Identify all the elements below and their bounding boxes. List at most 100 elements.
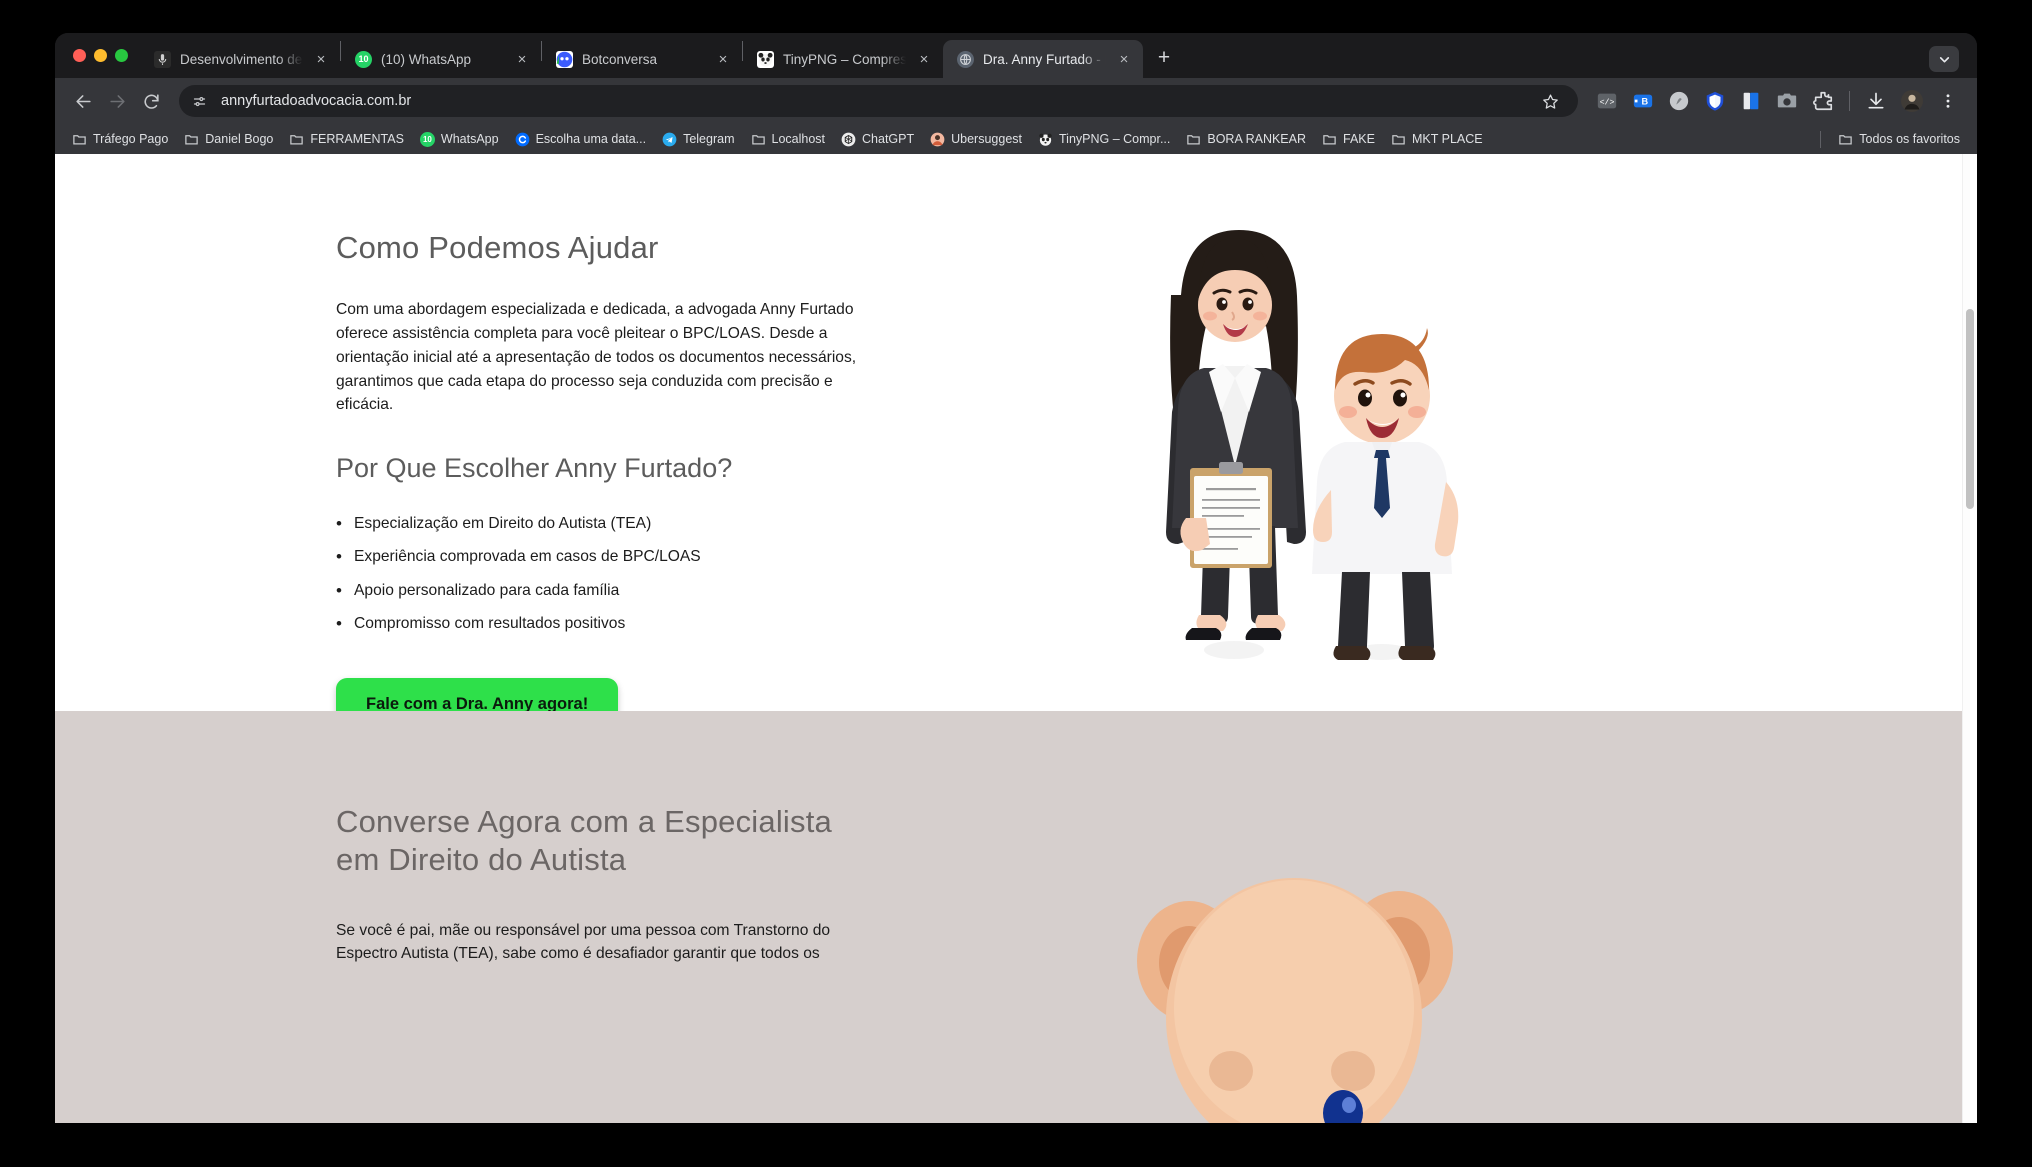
site-globe-icon [957, 50, 974, 68]
svg-text:</>: </> [1600, 98, 1615, 108]
bookmark-label: Telegram [683, 132, 735, 146]
star-outline-icon[interactable] [1536, 87, 1564, 115]
camera-icon[interactable] [1773, 87, 1801, 115]
tab-close-button[interactable]: × [714, 50, 732, 68]
bookmark-fake[interactable]: FAKE [1315, 129, 1382, 150]
avatar-icon[interactable] [1898, 87, 1926, 115]
calendly-icon [515, 132, 530, 147]
window-controls [67, 33, 140, 78]
whatsapp-icon: 10 [355, 50, 372, 68]
bookmark-label: Localhost [771, 132, 826, 146]
svg-text:B: B [1642, 97, 1649, 107]
all-bookmarks-label: Todos os favoritos [1859, 132, 1960, 146]
browser-tab-3[interactable]: TinyPNG – Compress WebP, × [743, 40, 943, 78]
bookmark-label: WhatsApp [440, 132, 499, 146]
zoom-window-button[interactable] [115, 49, 128, 62]
telegram-icon [662, 132, 677, 147]
section-title: Converse Agora com a Especialista em Dir… [336, 804, 832, 877]
gray-circle-extension-icon[interactable] [1665, 87, 1693, 115]
tab-badge-count: 10 [358, 54, 369, 64]
bookmark-label: FAKE [1343, 132, 1375, 146]
bookmark-label: Ubersuggest [951, 132, 1022, 146]
list-item: Compromisso com resultados positivos [336, 613, 896, 635]
minimize-window-button[interactable] [94, 49, 107, 62]
browser-tab-0[interactable]: Desenvolvimento de Site e La × [140, 40, 340, 78]
bookmark-whatsapp[interactable]: 10 WhatsApp [413, 129, 506, 150]
blue-b-extension-icon[interactable]: B [1629, 87, 1657, 115]
blue-book-icon[interactable] [1737, 87, 1765, 115]
bookmark-label: MKT PLACE [1411, 132, 1483, 146]
chat-illustration-column [896, 783, 1696, 1123]
help-paragraph: Com uma abordagem especializada e dedica… [336, 301, 857, 414]
download-icon[interactable] [1862, 87, 1890, 115]
folder-icon [751, 132, 766, 147]
tab-close-button[interactable]: × [1115, 50, 1133, 68]
tab-close-button[interactable]: × [513, 50, 531, 68]
section-converse-agora: Converse Agora com a Especialista em Dir… [55, 711, 1977, 1123]
bookmark-ubersuggest[interactable]: Ubersuggest [923, 129, 1029, 150]
back-button[interactable] [67, 85, 99, 117]
folder-icon [1322, 132, 1337, 147]
bookmark-bora-rankear[interactable]: BORA RANKEAR [1179, 129, 1313, 150]
bookmark-daniel-bogo[interactable]: Daniel Bogo [177, 129, 280, 150]
all-bookmarks-button[interactable]: Todos os favoritos [1831, 129, 1967, 150]
teddy-bear-illustration [1137, 878, 1453, 1123]
bookmarks-bar-overflow: Todos os favoritos [1818, 124, 1967, 154]
folder-icon [184, 132, 199, 147]
section-subtitle: Por Que Escolher Anny Furtado? [336, 453, 733, 484]
folder-icon [1838, 132, 1853, 147]
browser-tab-1[interactable]: 10 (10) WhatsApp × [341, 40, 541, 78]
page-scrollbar-track[interactable] [1962, 154, 1977, 1123]
chat-paragraph: Se você é pai, mãe ou responsável por um… [336, 921, 831, 963]
new-tab-button[interactable]: + [1149, 43, 1179, 73]
section-como-podemos-ajudar: Como Podemos Ajudar Com uma abordagem es… [55, 154, 1977, 732]
browser-tab-4-active[interactable]: Dra. Anny Furtado - Especiali × [943, 40, 1143, 78]
forward-button[interactable] [101, 85, 133, 117]
bookmark-badge-count: 10 [422, 134, 432, 144]
bookmark-tinypng[interactable]: TinyPNG – Compr... [1031, 129, 1177, 150]
help-text-column: Como Podemos Ajudar Com uma abordagem es… [336, 210, 896, 732]
puzzle-piece-icon[interactable] [1809, 87, 1837, 115]
help-illustration-column [896, 210, 1696, 731]
three-dot-menu-icon[interactable] [1934, 87, 1962, 115]
bookmark-escolha-uma-data[interactable]: Escolha uma data... [508, 129, 653, 150]
bookmark-chatgpt[interactable]: ChatGPT [834, 129, 921, 150]
folder-icon [1391, 132, 1406, 147]
list-item: Especialização em Direito do Autista (TE… [336, 513, 896, 535]
tune-settings-icon[interactable] [187, 89, 211, 113]
botconversa-icon [556, 50, 573, 68]
blue-shield-icon[interactable] [1701, 87, 1729, 115]
url-text[interactable]: annyfurtadoadvocacia.com.br [221, 93, 1526, 109]
bookmark-localhost[interactable]: Localhost [744, 129, 833, 150]
page-viewport: Como Podemos Ajudar Com uma abordagem es… [55, 154, 1977, 1123]
code-brackets-icon[interactable]: </> [1593, 87, 1621, 115]
reload-button[interactable] [135, 85, 167, 117]
close-window-button[interactable] [73, 49, 86, 62]
bookmark-label: FERRAMENTAS [310, 132, 404, 146]
tinypng-panda-icon [1038, 132, 1053, 147]
tab-close-button[interactable]: × [915, 50, 933, 68]
bookmark-mkt-place[interactable]: MKT PLACE [1384, 129, 1490, 150]
list-item: Apoio personalizado para cada família [336, 580, 896, 602]
tinypng-panda-icon [757, 50, 774, 68]
tab-title: TinyPNG – Compress WebP, [783, 51, 906, 67]
chevron-down-icon[interactable] [1929, 46, 1959, 72]
bookmark-label: Tráfego Pago [93, 132, 169, 146]
bookmark-label: TinyPNG – Compr... [1059, 132, 1171, 146]
tab-close-button[interactable]: × [312, 50, 330, 68]
bookmark-label: ChatGPT [862, 132, 915, 146]
browser-toolbar: annyfurtadoadvocacia.com.br </> B [55, 78, 1977, 124]
lawyer-and-child-illustration [1166, 230, 1459, 660]
tab-title: Dra. Anny Furtado - Especiali [983, 51, 1106, 67]
address-bar[interactable]: annyfurtadoadvocacia.com.br [179, 85, 1578, 117]
bookmark-ferramentas[interactable]: FERRAMENTAS [282, 129, 411, 150]
bookmark-telegram[interactable]: Telegram [655, 129, 741, 150]
page-title: Como Podemos Ajudar [336, 230, 659, 265]
folder-icon [289, 132, 304, 147]
page-scrollbar-thumb[interactable] [1966, 309, 1974, 509]
bookmark-trafego-pago[interactable]: Tráfego Pago [65, 129, 175, 150]
browser-tab-2[interactable]: Botconversa × [542, 40, 742, 78]
bookmark-label: Daniel Bogo [205, 132, 274, 146]
tab-title: (10) WhatsApp [381, 51, 472, 67]
bookmarks-divider [1820, 130, 1822, 148]
